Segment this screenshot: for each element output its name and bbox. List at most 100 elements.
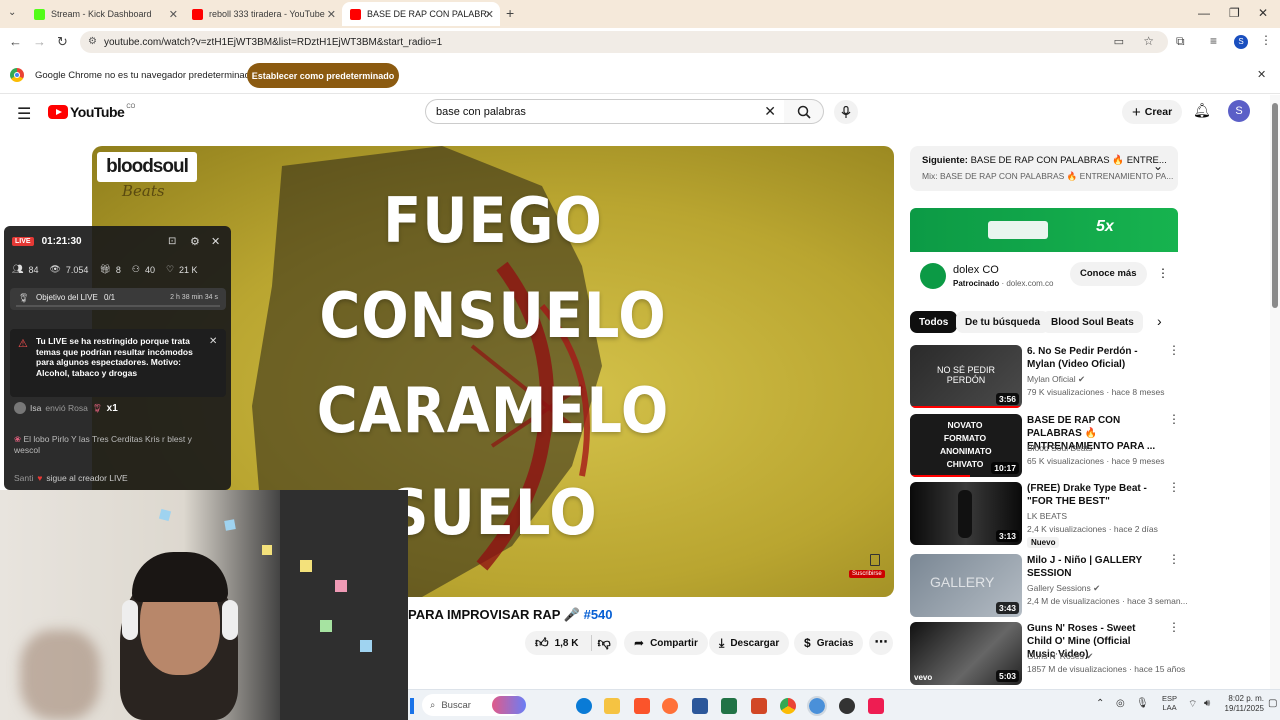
powerpoint-icon[interactable] (751, 698, 767, 714)
new-tab-button[interactable]: + (506, 5, 514, 21)
address-bar[interactable]: ⚙ youtube.com/watch?v=ztH1EjWT3BM&list=R… (80, 31, 1168, 53)
chevron-down-icon[interactable]: ⌄ (1153, 159, 1163, 173)
live-goal-bar[interactable]: 🌹︎ Objetivo del LIVE 0/1 2 h 38 min 34 s (10, 288, 226, 310)
app-icon[interactable] (839, 698, 855, 714)
youtube-logo[interactable]: YouTube CO (48, 104, 135, 120)
warning-icon: ⚠ (18, 338, 28, 350)
tray-chevron-icon[interactable]: ⌃ (1096, 698, 1104, 709)
like-button[interactable]: 👍︎ 1,8 K 👎︎ (525, 631, 617, 655)
rec-menu-icon[interactable]: ⋮ (1168, 481, 1180, 493)
page-scrollbar[interactable] (1270, 95, 1280, 689)
brave-icon[interactable] (634, 698, 650, 714)
tab-close-icon[interactable]: ✕ (485, 8, 494, 21)
thumbs-down-icon[interactable]: 👎︎ (598, 635, 611, 651)
minimize-button[interactable]: — (1198, 6, 1210, 20)
thanks-button[interactable]: $ Gracias (794, 631, 864, 655)
watched-progress (910, 406, 1022, 408)
taskbar-search[interactable]: ⌕ Buscar (422, 694, 526, 716)
cast-icon[interactable]: ▭ (1114, 35, 1124, 48)
excel-icon[interactable] (721, 698, 737, 714)
rec-thumbnail[interactable]: vevo 5:03 (910, 622, 1022, 685)
rec-menu-icon[interactable]: ⋮ (1168, 344, 1180, 356)
firefox-icon[interactable] (662, 698, 678, 714)
voice-search-button[interactable] (834, 100, 858, 124)
reload-button[interactable]: ↻ (57, 34, 68, 50)
chip-next-icon[interactable]: › (1157, 313, 1162, 329)
language-indicator[interactable]: ESP LAA (1162, 694, 1177, 712)
notifications-icon[interactable]: ▢ (1268, 698, 1277, 709)
more-actions-button[interactable]: ⋯ (869, 631, 893, 655)
rec-video[interactable]: vevo 5:03 Guns N' Roses - Sweet Child O'… (910, 621, 1185, 685)
chip-search[interactable]: De tu búsqueda (956, 311, 1050, 333)
close-window-button[interactable]: ✕ (1258, 6, 1268, 20)
profile-avatar[interactable]: S (1234, 35, 1248, 49)
subscribe-watermark[interactable]: Suscribirse (849, 570, 885, 578)
search-button[interactable] (784, 99, 824, 124)
ad-menu-icon[interactable]: ⋮ (1157, 266, 1169, 280)
lock-icon[interactable]: ⊡ (168, 236, 176, 247)
rec-video[interactable]: NO SÉ PEDIR PERDÓN 3:56 6. No Se Pedir P… (910, 344, 1180, 408)
rec-video[interactable]: GALLERY 3:43 Milo J - Niño | GALLERY SES… (910, 553, 1188, 617)
rec-duration: 3:56 (995, 393, 1019, 405)
scrollbar-thumb[interactable] (1272, 103, 1278, 308)
tab-close-icon[interactable]: ✕ (327, 8, 336, 21)
account-avatar[interactable]: S (1228, 100, 1250, 122)
chip-bloodsoul[interactable]: Blood Soul Beats (1042, 311, 1143, 333)
forward-button[interactable]: → (33, 34, 46, 49)
edge-icon[interactable] (576, 698, 592, 714)
chrome-icon[interactable] (780, 698, 796, 714)
start-button[interactable] (410, 698, 414, 714)
media-controls-icon[interactable]: ≡ (1210, 34, 1217, 48)
ad-banner[interactable]: 5x (910, 208, 1178, 252)
tab-search-icon[interactable]: ⌄ (8, 7, 16, 18)
download-button[interactable]: ⤓ Descargar (709, 631, 790, 655)
file-explorer-icon[interactable] (604, 698, 620, 714)
rec-channel: Blood Soul Beats (1027, 443, 1093, 453)
extensions-icon[interactable]: ⧉ (1176, 34, 1185, 49)
rec-thumbnail[interactable]: NOVATO FORMATO ANONIMATO CHIVATO 10:17 (910, 414, 1022, 477)
up-next-panel[interactable]: Siguiente: BASE DE RAP CON PALABRAS 🔥 EN… (910, 146, 1178, 191)
close-overlay-icon[interactable]: ✕ (211, 235, 220, 248)
rec-thumbnail[interactable]: GALLERY 3:43 (910, 554, 1022, 617)
tab-youtube-active[interactable]: BASE DE RAP CON PALABRAS 🔥 ✕ (342, 2, 500, 26)
rec-video[interactable]: NOVATO FORMATO ANONIMATO CHIVATO 10:17 B… (910, 413, 1180, 477)
rec-menu-icon[interactable]: ⋮ (1168, 553, 1180, 565)
set-default-button[interactable]: Establecer como predeterminado (247, 63, 399, 88)
create-button[interactable]: + Crear (1122, 100, 1183, 124)
bookmark-star-icon[interactable]: ☆ (1143, 34, 1154, 48)
volume-icon[interactable]: 🔊︎ (1204, 698, 1210, 709)
rec-menu-icon[interactable]: ⋮ (1168, 413, 1180, 425)
settings-gear-icon[interactable]: ⚙ (190, 235, 200, 248)
rec-thumbnail[interactable]: NO SÉ PEDIR PERDÓN 3:56 (910, 345, 1022, 408)
search-input[interactable]: base con palabras ✕ (425, 99, 785, 124)
warning-close-icon[interactable]: ✕ (209, 336, 217, 347)
site-info-icon[interactable]: ⚙ (88, 36, 97, 47)
rec-menu-icon[interactable]: ⋮ (1168, 621, 1180, 633)
tiktok-icon[interactable] (868, 698, 884, 714)
microphone-tray-icon[interactable]: 🎙︎ (1136, 698, 1149, 709)
hashtag-link[interactable]: #540 (584, 607, 613, 622)
rec-video[interactable]: 3:13 (FREE) Drake Type Beat - "FOR THE B… (910, 481, 1180, 548)
maximize-button[interactable]: ❐ (1229, 6, 1240, 20)
clear-search-icon[interactable]: ✕ (764, 103, 776, 120)
tray-app-icon[interactable]: ◎ (1116, 698, 1125, 709)
infobar-close-icon[interactable]: ✕ (1257, 68, 1266, 81)
ad-cta-button[interactable]: Conoce más (1070, 262, 1147, 286)
rec-thumbnail[interactable]: 3:13 (910, 482, 1022, 545)
wifi-icon[interactable]: ⌔ (1188, 698, 1197, 711)
rec-title: 6. No Se Pedir Perdón - Mylan (Video Ofi… (1027, 346, 1138, 370)
word-icon[interactable] (692, 698, 708, 714)
tab-close-icon[interactable]: ✕ (169, 8, 178, 21)
chip-todos[interactable]: Todos (910, 311, 958, 333)
share-button[interactable]: ➦ Compartir (624, 631, 708, 655)
chrome-menu-icon[interactable]: ⋮ (1260, 33, 1272, 47)
tab-youtube-reboll[interactable]: reboll 333 tiradera - YouTube ✕ (184, 2, 342, 26)
chrome-active-icon[interactable] (807, 696, 827, 716)
clock[interactable]: 8:02 p. m. 19/11/2025 (1222, 694, 1264, 714)
hamburger-menu-icon[interactable]: ☰ (17, 104, 31, 124)
tab-kick-dashboard[interactable]: Stream - Kick Dashboard ✕ (26, 2, 184, 26)
notifications-bell-icon[interactable]: 🔔︎ (1193, 102, 1211, 119)
back-button[interactable]: ← (9, 34, 22, 49)
sponsored-ad[interactable]: 5x dolex CO Patrocinado · dolex.com.co C… (910, 208, 1178, 300)
fullscreen-icon[interactable] (870, 554, 880, 566)
